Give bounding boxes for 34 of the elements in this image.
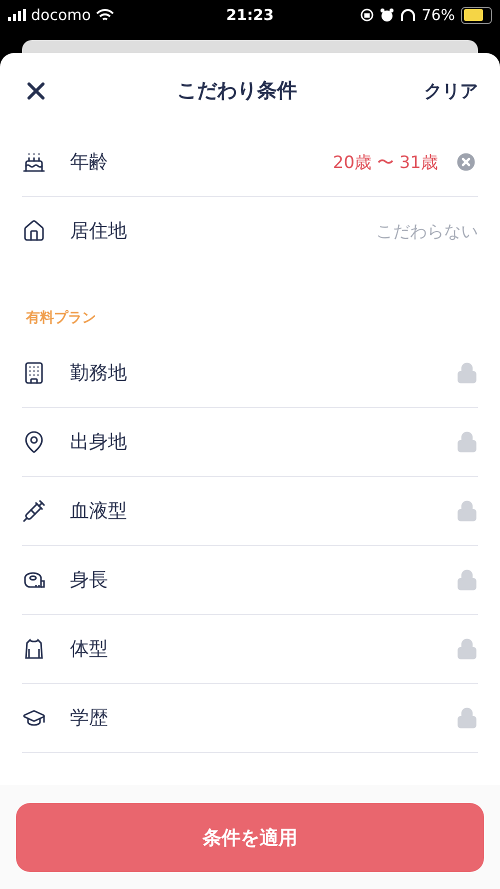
- signal-icon: [8, 9, 26, 21]
- battery-icon: [461, 6, 492, 24]
- sheet-title: こだわり条件: [177, 77, 297, 104]
- filter-label: 居住地: [70, 219, 128, 244]
- filter-label: 血液型: [70, 499, 128, 524]
- battery-percent: 76%: [422, 6, 455, 24]
- filter-label: 体型: [70, 637, 109, 662]
- clock-time: 21:23: [226, 6, 274, 24]
- filter-row[interactable]: 年齢 20歳 〜 31歳: [22, 128, 478, 197]
- filter-row[interactable]: 勤務地: [22, 339, 478, 408]
- house-icon: [22, 219, 46, 243]
- filter-label: 出身地: [70, 430, 128, 455]
- filter-row[interactable]: 身長: [22, 546, 478, 615]
- map-pin-icon: [22, 430, 46, 454]
- filter-label: 勤務地: [70, 361, 128, 386]
- headphones-icon: [400, 8, 416, 22]
- carrier-name: docomo: [31, 6, 91, 24]
- filter-row[interactable]: 居住地 こだわらない: [22, 197, 478, 265]
- clear-button[interactable]: クリア: [424, 78, 478, 102]
- filter-label: 学歴: [70, 706, 109, 731]
- section-label: 有料プラン: [24, 309, 97, 328]
- filter-value: こだわらない: [376, 220, 478, 242]
- torso-icon: [22, 637, 46, 661]
- filter-label: 年齢: [70, 150, 109, 175]
- filter-value: 20歳 〜 31歳: [332, 152, 438, 174]
- building-icon: [22, 361, 46, 385]
- filter-row[interactable]: 血液型: [22, 477, 478, 546]
- orientation-lock-icon: [360, 8, 374, 22]
- filter-row[interactable]: 体型: [22, 615, 478, 684]
- filter-row[interactable]: 学歴: [22, 684, 478, 753]
- wifi-icon: [96, 8, 114, 22]
- filter-label: 身長: [70, 568, 109, 593]
- syringe-icon: [22, 499, 46, 523]
- filter-row[interactable]: 出身地: [22, 408, 478, 477]
